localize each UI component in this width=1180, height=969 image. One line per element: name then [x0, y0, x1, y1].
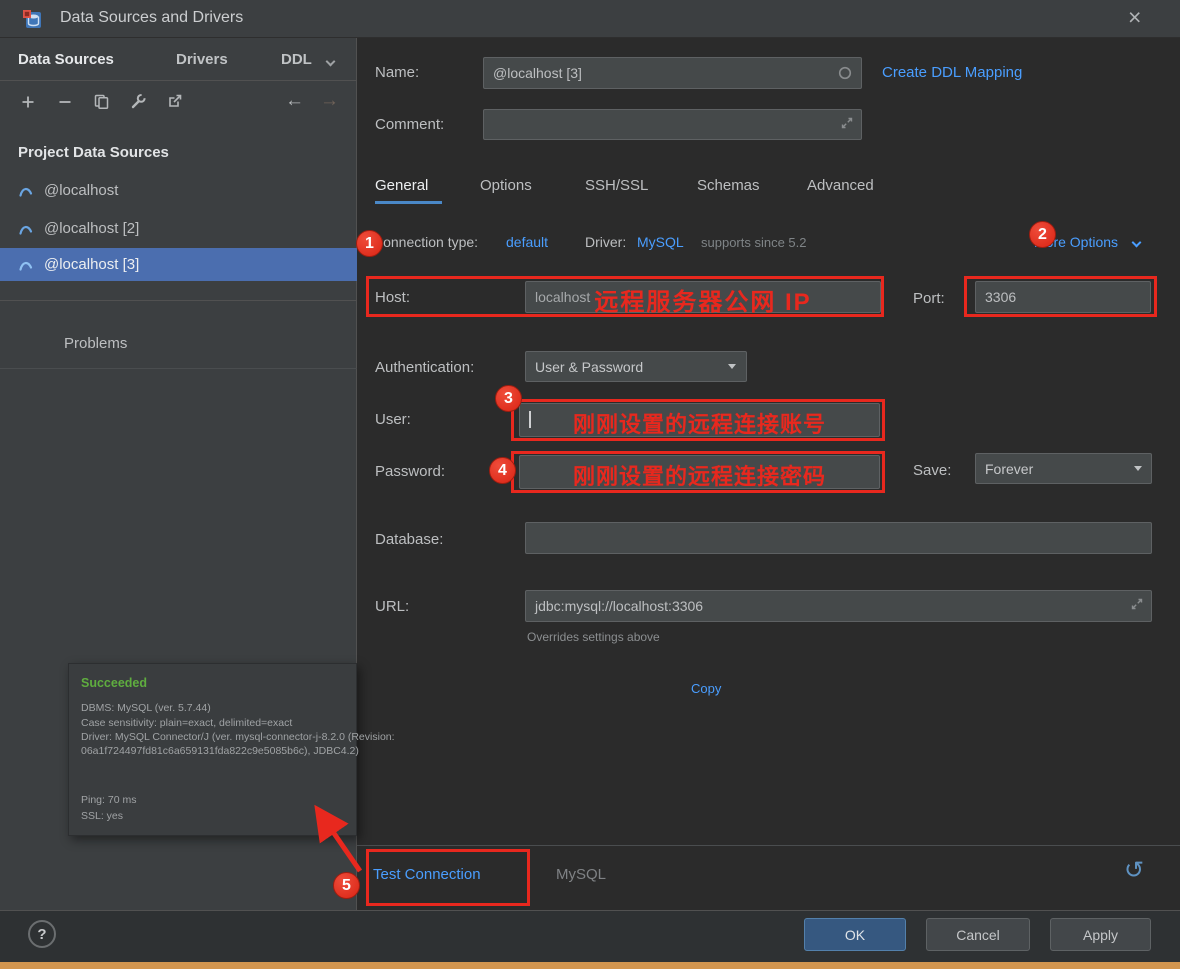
- active-tab-underline: [375, 201, 442, 204]
- annotation-badge-2: 2: [1029, 221, 1056, 248]
- back-arrow-icon[interactable]: ←: [285, 90, 304, 112]
- duplicate-icon[interactable]: [93, 93, 110, 110]
- annotation-badge-4: 4: [489, 457, 516, 484]
- annotation-text-user: 刚刚设置的远程连接账号: [572, 412, 826, 437]
- expand-icon[interactable]: [840, 116, 854, 130]
- bottom-driver-name: MySQL: [556, 866, 607, 883]
- window-title: Data Sources and Drivers: [60, 9, 244, 26]
- database-label: Database:: [375, 531, 444, 548]
- test-result-driver-line2: 06a1f724497fd81c6a659131fda822c9e5085b6c…: [81, 745, 359, 757]
- expand-icon[interactable]: [1130, 597, 1144, 611]
- copy-link[interactable]: Copy: [691, 681, 721, 696]
- list-item-localhost[interactable]: @localhost: [44, 182, 118, 199]
- apply-button[interactable]: Apply: [1050, 918, 1151, 951]
- connection-type-label: Connection type:: [373, 234, 479, 250]
- help-button[interactable]: ?: [28, 920, 56, 948]
- name-spinner-icon: [838, 66, 852, 80]
- annotation-text-password: 刚刚设置的远程连接密码: [572, 464, 826, 489]
- authentication-chevron-down-icon: [728, 364, 736, 369]
- save-chevron-down-icon: [1134, 466, 1142, 471]
- authentication-select[interactable]: User & Password: [525, 351, 747, 382]
- url-input-value: jdbc:mysql://localhost:3306: [535, 598, 704, 614]
- sidebar-divider: [0, 368, 357, 369]
- create-ddl-mapping-link[interactable]: Create DDL Mapping: [882, 64, 1022, 81]
- user-label: User:: [375, 411, 411, 428]
- bottom-strip: [0, 962, 1180, 969]
- remove-icon[interactable]: [57, 94, 73, 110]
- tab-ssh-ssl[interactable]: SSH/SSL: [585, 177, 648, 194]
- test-result-ssl: SSL: yes: [81, 810, 124, 822]
- ok-button[interactable]: OK: [804, 918, 906, 951]
- datasource-icon: [19, 187, 33, 197]
- annotation-arrow: [314, 804, 363, 873]
- annotation-text-host: 远程服务器公网 IP: [594, 289, 812, 316]
- database-input[interactable]: [525, 522, 1152, 554]
- password-label: Password:: [375, 463, 446, 480]
- test-result-ping: Ping: 70 ms: [81, 794, 137, 806]
- annotation-badge-3: 3: [495, 385, 522, 412]
- close-icon[interactable]: ×: [1128, 4, 1141, 31]
- annotation-badge-5: 5: [333, 872, 360, 899]
- data-sources-dialog: Data Sources and Drivers × Data Sources …: [0, 0, 1180, 969]
- tab-advanced[interactable]: Advanced: [807, 177, 874, 194]
- connection-type-value-link[interactable]: default: [506, 234, 548, 250]
- add-icon[interactable]: [20, 94, 36, 110]
- list-item-localhost-2[interactable]: @localhost [2]: [44, 220, 139, 237]
- url-label: URL:: [375, 598, 410, 615]
- wrench-icon[interactable]: [130, 93, 147, 110]
- authentication-label: Authentication:: [375, 359, 475, 376]
- port-label: Port:: [913, 290, 945, 307]
- test-result-status: Succeeded: [81, 676, 148, 690]
- test-result-case-sensitivity: Case sensitivity: plain=exact, delimited…: [81, 717, 293, 729]
- save-label: Save:: [913, 462, 952, 479]
- url-note: Overrides settings above: [527, 630, 660, 644]
- save-select-value: Forever: [985, 460, 1034, 477]
- open-ddl-icon[interactable]: [167, 93, 183, 109]
- name-input-value: @localhost [3]: [493, 65, 582, 81]
- annotation-badge-1: 1: [356, 230, 383, 257]
- more-options-chevron-down-icon[interactable]: [1131, 237, 1142, 248]
- cancel-button[interactable]: Cancel: [926, 918, 1030, 951]
- driver-note: supports since 5.2: [701, 235, 807, 250]
- tab-general[interactable]: General: [375, 177, 428, 194]
- comment-input[interactable]: [483, 109, 862, 140]
- test-result-dbms: DBMS: MySQL (ver. 5.7.44): [81, 702, 211, 714]
- project-data-sources-header: Project Data Sources: [18, 144, 169, 161]
- revert-icon[interactable]: ↺: [1124, 856, 1144, 885]
- problems-section[interactable]: Problems: [64, 335, 127, 352]
- authentication-select-value: User & Password: [535, 358, 644, 375]
- annotation-box-test-connection: [366, 849, 530, 906]
- tab-options[interactable]: Options: [480, 177, 532, 194]
- sidebar-tab-drivers[interactable]: Drivers: [176, 51, 228, 68]
- name-label: Name:: [375, 64, 420, 81]
- forward-arrow-icon[interactable]: →: [320, 90, 339, 112]
- sidebar-tabs-divider: [0, 80, 357, 81]
- save-select[interactable]: Forever: [975, 453, 1152, 484]
- datasource-icon: [19, 261, 33, 271]
- sidebar-tab-ddl[interactable]: DDL: [281, 51, 312, 68]
- driver-value-link[interactable]: MySQL: [637, 234, 684, 250]
- datasource-icon: [19, 225, 33, 235]
- tab-schemas[interactable]: Schemas: [697, 177, 760, 194]
- app-icon: [23, 10, 41, 28]
- bottom-bar-divider: [357, 845, 1180, 846]
- annotation-box-port: [964, 276, 1157, 317]
- driver-label: Driver:: [585, 234, 627, 250]
- sidebar-tab-data-sources[interactable]: Data Sources: [18, 51, 114, 68]
- name-input[interactable]: @localhost [3]: [483, 57, 862, 89]
- test-result-driver-line1: Driver: MySQL Connector/J (ver. mysql-co…: [81, 731, 395, 743]
- sidebar-divider: [0, 300, 357, 301]
- url-input[interactable]: jdbc:mysql://localhost:3306: [525, 590, 1152, 622]
- list-item-localhost-3-selected[interactable]: @localhost [3]: [44, 256, 139, 273]
- comment-label: Comment:: [375, 116, 445, 133]
